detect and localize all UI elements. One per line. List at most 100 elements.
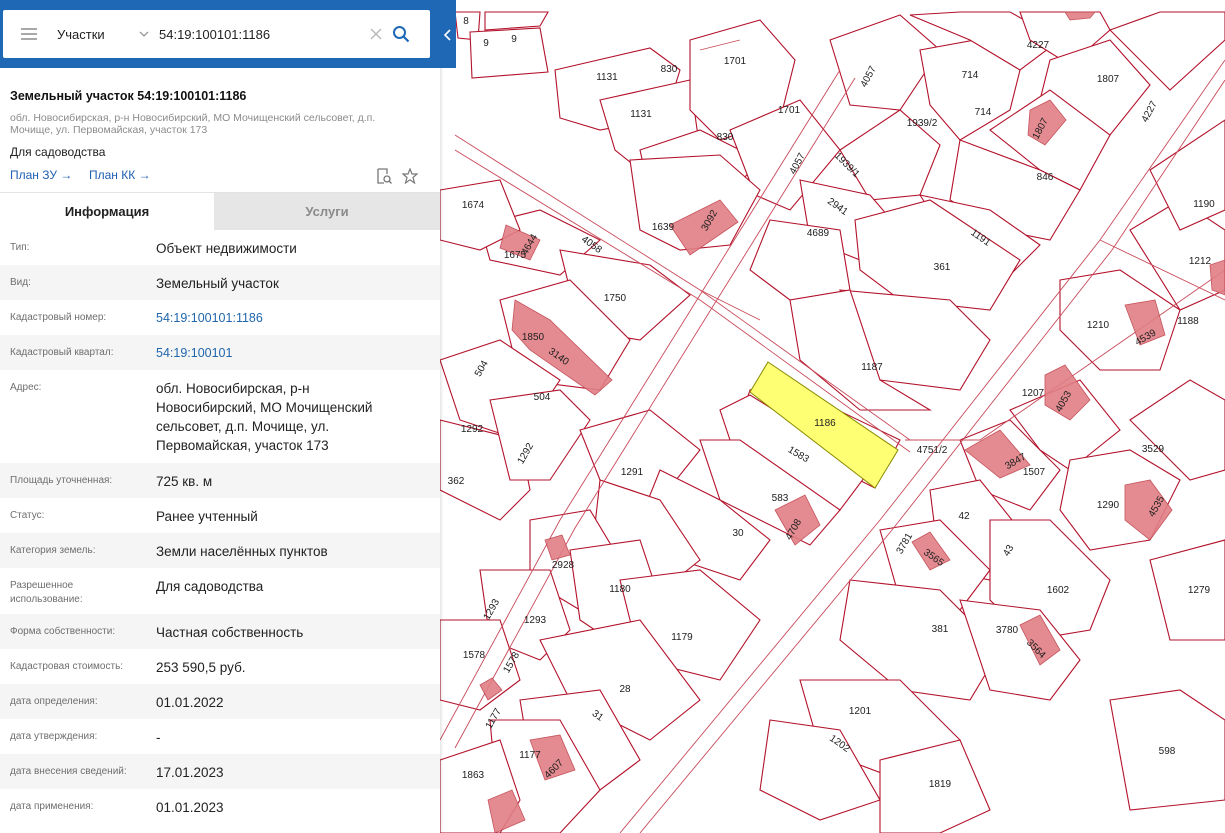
parcel-label: 830: [661, 64, 678, 75]
attribute-value[interactable]: 54:19:100101: [146, 335, 396, 370]
attribute-key: дата утверждения:: [10, 731, 98, 742]
parcel-label: 1807: [1097, 74, 1120, 85]
attribute-row: Площадь уточненная: 725 кв. м: [0, 463, 440, 498]
parcel-label: 1210: [1087, 320, 1110, 331]
attribute-value: 253 590,5 руб.: [156, 660, 246, 675]
plan-kk-link[interactable]: План КК →: [89, 168, 151, 182]
parcel-label: 9: [511, 34, 517, 45]
attribute-value: 01.01.2022: [156, 695, 224, 710]
parcel-label: 1131: [630, 109, 652, 120]
attribute-key: Форма собственности:: [10, 626, 116, 637]
attribute-row: дата внесения сведений: 17.01.2023: [0, 754, 440, 789]
chevron-down-icon[interactable]: [139, 29, 149, 39]
parcel-label: 1131: [596, 72, 618, 83]
attribute-value: 01.01.2023: [156, 800, 224, 815]
parcel-label: 1187: [861, 362, 883, 373]
attribute-row: Адрес: обл. Новосибирская, р-н Новосибирс…: [0, 370, 440, 463]
object-title: Земельный участок 54:19:100101:1186: [10, 89, 247, 103]
attribute-value: Для садоводства: [156, 579, 264, 594]
close-icon[interactable]: [369, 27, 383, 41]
attribute-row: Вид: Земельный участок: [0, 265, 440, 300]
parcel-label: 1850: [522, 332, 545, 343]
attribute-key: Разрешенное использование:: [10, 580, 83, 605]
parcel-label: 1578: [463, 650, 486, 661]
attribute-row: Форма собственности: Частная собственност…: [0, 614, 440, 649]
attribute-value: -: [156, 730, 161, 745]
document-search-icon[interactable]: [376, 168, 392, 184]
parcel-label: 1190: [1193, 199, 1215, 210]
parcel-label: 1819: [929, 779, 952, 790]
attribute-key: дата внесения сведений:: [10, 766, 127, 777]
parcel-label: 28: [619, 684, 631, 695]
parcel-label: 1639: [652, 222, 675, 233]
parcel-label: 1293: [524, 615, 547, 626]
attribute-value: 725 кв. м: [156, 474, 213, 489]
attribute-value: Земельный участок: [156, 276, 279, 291]
attribute-key: Адрес:: [10, 382, 42, 393]
search-icon[interactable]: [392, 25, 410, 43]
tab-services[interactable]: Услуги: [214, 193, 440, 230]
attribute-row: Кадастровый квартал: 54:19:100101: [0, 335, 440, 370]
attribute-key: Статус:: [10, 510, 45, 521]
parcel-label: 1177: [519, 750, 541, 761]
parcel-label: 4227: [1027, 40, 1050, 51]
parcel-label: 1291: [621, 467, 644, 478]
attribute-key: Вид:: [10, 277, 31, 288]
parcel-label: 2928: [552, 560, 575, 571]
layer-select[interactable]: Участки: [57, 27, 135, 42]
parcel-label: 1201: [849, 706, 872, 717]
parcel-label: 1279: [1188, 585, 1211, 596]
parcel-label: 1212: [1189, 256, 1212, 267]
collapse-panel-icon[interactable]: [440, 22, 456, 48]
info-panel: Земельный участок 54:19:100101:1186 обл.…: [0, 12, 440, 833]
parcel-label: 846: [1037, 172, 1054, 183]
attribute-row: Тип: Объект недвижимости: [0, 230, 440, 265]
menu-icon[interactable]: [21, 28, 37, 40]
attribute-row: дата утверждения: -: [0, 719, 440, 754]
search-input[interactable]: [159, 26, 359, 42]
attribute-row: Кадастровый номер: 54:19:100101:1186: [0, 300, 440, 335]
attribute-value: обл. Новосибирская, р-н Новосибирский, М…: [156, 381, 373, 453]
parcel-label: 1180: [609, 584, 631, 595]
attribute-value: Земли населённых пунктов: [156, 544, 328, 559]
parcel-label: 4751/2: [917, 445, 948, 456]
attribute-key: дата определения:: [10, 696, 98, 707]
parcel-label: 42: [958, 511, 970, 522]
parcel-label: 4689: [807, 228, 830, 239]
attribute-key: Площадь уточненная:: [10, 475, 113, 486]
attribute-row: Разрешенное использование: Для садоводств…: [0, 568, 440, 614]
tabs: Информация Услуги: [0, 192, 440, 230]
attribute-key: Тип:: [10, 242, 30, 253]
attribute-value: Объект недвижимости: [156, 241, 297, 256]
object-use: Для садоводства: [10, 145, 106, 159]
attribute-key: Кадастровый квартал:: [10, 347, 114, 358]
plan-zu-link[interactable]: План ЗУ →: [10, 168, 72, 182]
attribute-value: Ранее учтенный: [156, 509, 258, 524]
parcel-label: 1507: [1023, 467, 1046, 478]
parcel-label: 3529: [1142, 444, 1165, 455]
parcel-label: 1207: [1022, 388, 1045, 399]
search-bar: Участки: [0, 0, 456, 68]
attribute-value[interactable]: 54:19:100101:1186: [146, 300, 396, 335]
parcel-label: 362: [448, 476, 465, 487]
parcel-label: 1863: [462, 770, 485, 781]
attribute-row: Статус: Ранее учтенный: [0, 498, 440, 533]
parcel-label: 3780: [996, 625, 1019, 636]
attribute-value: 17.01.2023: [156, 765, 224, 780]
parcel-label: 714: [975, 107, 992, 118]
parcel-label: 1292: [461, 424, 484, 435]
parcel-label: 714: [962, 70, 979, 81]
parcel-label: 1186: [814, 418, 836, 429]
attribute-key: дата применения:: [10, 801, 94, 812]
parcel-label: 381: [932, 624, 949, 635]
parcel-label: 583: [772, 493, 789, 504]
attribute-key: Кадастровая стоимость:: [10, 661, 124, 672]
parcel-label: 598: [1159, 746, 1176, 757]
attribute-value: Частная собственность: [156, 625, 304, 640]
star-icon[interactable]: [402, 168, 418, 184]
attribute-row: дата определения: 01.01.2022: [0, 684, 440, 719]
parcel-label: 1602: [1047, 585, 1070, 596]
parcel-label: 830: [717, 132, 734, 143]
tab-information[interactable]: Информация: [0, 193, 214, 230]
parcel-label: 1674: [462, 200, 485, 211]
